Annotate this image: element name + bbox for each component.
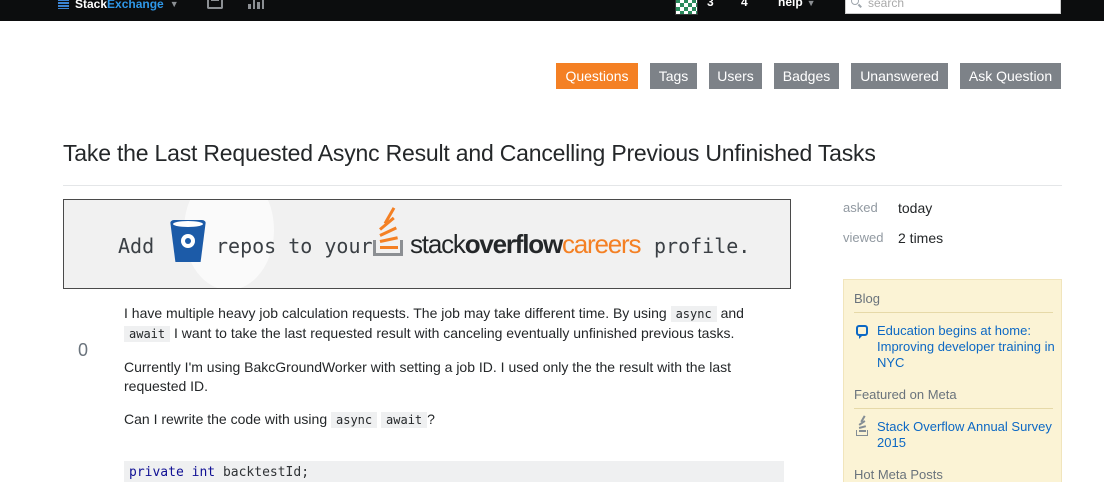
stackoverflow-logo-icon <box>373 207 407 256</box>
code-block: private int backtestId; <box>124 461 784 482</box>
asked-label: asked <box>843 200 878 215</box>
viewed-value: 2 times <box>898 230 944 246</box>
banner-add-text: Add <box>118 234 155 258</box>
nav-ask-question[interactable]: Ask Question <box>960 63 1061 89</box>
featured-link[interactable]: Stack Overflow Annual Survey 2015 <box>877 419 1057 451</box>
avatar[interactable] <box>675 0 698 15</box>
featured-header: Featured on Meta <box>854 387 957 402</box>
community-bulletin: Blog Education begins at home: Improving… <box>843 279 1062 482</box>
nav-tags[interactable]: Tags <box>650 63 697 89</box>
stackoverflow-icon <box>856 415 869 436</box>
help-label: help <box>778 0 803 9</box>
badge-count[interactable]: 4 <box>741 0 748 9</box>
viewed-label: viewed <box>843 230 884 245</box>
stackexchange-icon <box>58 0 69 9</box>
post-paragraph: Currently I'm using BakcGroundWorker wit… <box>124 359 732 394</box>
question-body: I have multiple heavy job calculation re… <box>124 304 784 444</box>
reputation-count[interactable]: 3 <box>707 0 714 9</box>
inline-code: async <box>331 412 378 428</box>
nav-questions[interactable]: Questions <box>556 63 638 89</box>
inline-code: await <box>124 326 171 342</box>
chevron-down-icon: ▼ <box>806 0 816 8</box>
brand-right: Exchange <box>107 0 164 11</box>
top-bar: Stack Exchange ▼ 3 4 help ▼ <box>0 0 1104 21</box>
bitbucket-icon <box>170 218 206 262</box>
post-paragraph: Can I rewrite the code with using async … <box>124 411 435 428</box>
inbox-icon[interactable] <box>207 0 223 9</box>
search-input[interactable] <box>868 0 1048 10</box>
search-icon <box>851 0 859 5</box>
divider <box>63 185 1062 186</box>
chat-bubble-icon <box>856 325 868 339</box>
nav-unanswered[interactable]: Unanswered <box>851 63 948 89</box>
stackexchange-menu[interactable]: Stack Exchange ▼ <box>58 0 179 13</box>
review-icon[interactable] <box>248 0 264 9</box>
search-box[interactable] <box>845 0 1061 14</box>
careers-wordmark: stackoverflowcareers <box>410 229 642 259</box>
inline-code: async <box>670 306 717 322</box>
nav-badges[interactable]: Badges <box>774 63 839 89</box>
brand-left: Stack <box>75 0 108 11</box>
careers-banner-ad[interactable]: Add repos to your stackoverflowcareers p… <box>63 199 791 289</box>
blog-header: Blog <box>854 291 881 306</box>
inline-code: await <box>381 412 428 428</box>
vote-count: 0 <box>78 340 89 360</box>
chevron-down-icon: ▼ <box>169 0 179 9</box>
post-paragraph: I have multiple heavy job calculation re… <box>124 305 744 342</box>
help-menu[interactable]: help ▼ <box>778 0 816 9</box>
hot-meta-header: Hot Meta Posts <box>854 467 943 482</box>
banner-middle-text: repos to your <box>216 234 373 258</box>
blog-link[interactable]: Education begins at home: Improving deve… <box>877 323 1057 371</box>
nav-users[interactable]: Users <box>709 63 762 89</box>
banner-end-text: profile. <box>654 234 751 258</box>
asked-value: today <box>898 200 933 216</box>
question-title[interactable]: Take the Last Requested Async Result and… <box>63 140 876 167</box>
